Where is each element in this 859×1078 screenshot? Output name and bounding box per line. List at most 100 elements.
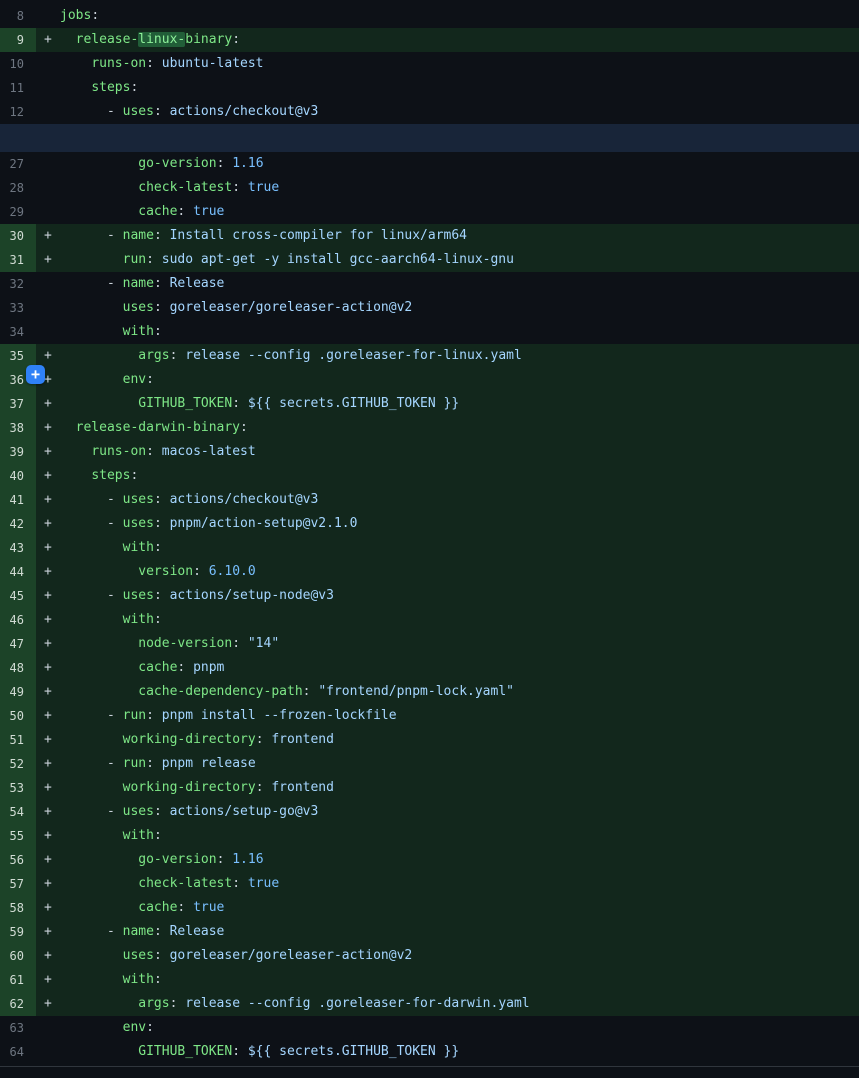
line-number[interactable]: 9: [0, 28, 36, 52]
line-number[interactable]: 34: [0, 320, 36, 344]
line-number[interactable]: 11: [0, 76, 36, 100]
yaml-punctuation: -: [60, 276, 123, 291]
line-number[interactable]: 52: [0, 752, 36, 776]
yaml-string-value: "frontend/pnpm-lock.yaml": [318, 684, 514, 699]
yaml-key: args: [138, 348, 169, 363]
line-number[interactable]: 46: [0, 608, 36, 632]
addition-marker: +: [44, 824, 60, 848]
line-number[interactable]: 45: [0, 584, 36, 608]
code-line: + cache: pnpm: [36, 656, 859, 680]
diff-row: 48+ cache: pnpm: [0, 656, 859, 680]
code-line: + node-version: "14": [36, 632, 859, 656]
line-number[interactable]: 30: [0, 224, 36, 248]
yaml-punctuation: :: [154, 516, 170, 531]
yaml-key: check-latest: [138, 876, 232, 891]
hunk-expander-band[interactable]: [0, 124, 859, 152]
line-number[interactable]: 61: [0, 968, 36, 992]
line-number[interactable]: 28: [0, 176, 36, 200]
line-number[interactable]: 33: [0, 296, 36, 320]
yaml-string-value: pnpm/action-setup@v2.1.0: [170, 516, 358, 531]
line-number[interactable]: 38: [0, 416, 36, 440]
yaml-punctuation: -: [60, 804, 123, 819]
line-number[interactable]: 58: [0, 896, 36, 920]
line-number[interactable]: 60: [0, 944, 36, 968]
diff-row: 45+ - uses: actions/setup-node@v3: [0, 584, 859, 608]
code-line: + release-linux-binary:: [36, 28, 859, 52]
yaml-key: cache: [138, 204, 177, 219]
diff-row: 33 uses: goreleaser/goreleaser-action@v2: [0, 296, 859, 320]
no-marker: [44, 1040, 60, 1064]
line-number[interactable]: 44: [0, 560, 36, 584]
line-number[interactable]: 56: [0, 848, 36, 872]
line-number[interactable]: 59: [0, 920, 36, 944]
line-number[interactable]: 27: [0, 152, 36, 176]
yaml-string-value: Install cross-compiler for linux/arm64: [170, 228, 467, 243]
yaml-punctuation: -: [60, 228, 123, 243]
yaml-punctuation: :: [154, 588, 170, 603]
yaml-punctuation: :: [130, 80, 138, 95]
line-number[interactable]: 37: [0, 392, 36, 416]
diff-row: 31+ run: sudo apt-get -y install gcc-aar…: [0, 248, 859, 272]
line-number[interactable]: 54: [0, 800, 36, 824]
line-number[interactable]: 57: [0, 872, 36, 896]
code-line: + version: 6.10.0: [36, 560, 859, 584]
line-number[interactable]: 32: [0, 272, 36, 296]
line-number[interactable]: 63: [0, 1016, 36, 1040]
yaml-punctuation: -: [60, 516, 123, 531]
line-number[interactable]: 8: [0, 4, 36, 28]
yaml-key: check-latest: [138, 180, 232, 195]
yaml-constant-value: 1.16: [232, 156, 263, 171]
line-number[interactable]: 41: [0, 488, 36, 512]
yaml-punctuation: :: [154, 324, 162, 339]
addition-marker: +: [44, 608, 60, 632]
line-number[interactable]: 29: [0, 200, 36, 224]
addition-marker: +: [44, 728, 60, 752]
line-number[interactable]: 10: [0, 52, 36, 76]
no-marker: [44, 4, 60, 28]
yaml-punctuation: :: [177, 204, 193, 219]
code-line: + - name: Install cross-compiler for lin…: [36, 224, 859, 248]
yaml-punctuation: [60, 972, 123, 987]
no-marker: [44, 100, 60, 124]
line-number[interactable]: 53: [0, 776, 36, 800]
yaml-punctuation: :: [146, 708, 162, 723]
addition-marker: +: [44, 560, 60, 584]
addition-marker: +: [44, 488, 60, 512]
line-number[interactable]: 51: [0, 728, 36, 752]
line-number[interactable]: 48: [0, 656, 36, 680]
yaml-key: env: [123, 1020, 146, 1035]
yaml-punctuation: :: [154, 228, 170, 243]
diff-row: 38+ release-darwin-binary:: [0, 416, 859, 440]
line-number[interactable]: 31: [0, 248, 36, 272]
code-line: - uses: actions/checkout@v3: [36, 100, 859, 124]
code-line: + - run: pnpm release: [36, 752, 859, 776]
line-number[interactable]: 39: [0, 440, 36, 464]
addition-marker: +: [44, 392, 60, 416]
yaml-string-value: goreleaser/goreleaser-action@v2: [170, 948, 413, 963]
line-number[interactable]: 50: [0, 704, 36, 728]
line-number[interactable]: 49: [0, 680, 36, 704]
code-line: + - uses: actions/setup-go@v3: [36, 800, 859, 824]
line-number[interactable]: 12: [0, 100, 36, 124]
code-line: + run: sudo apt-get -y install gcc-aarch…: [36, 248, 859, 272]
line-number[interactable]: 43: [0, 536, 36, 560]
line-number[interactable]: 47: [0, 632, 36, 656]
yaml-key: name: [123, 924, 154, 939]
line-number[interactable]: 64: [0, 1040, 36, 1064]
add-comment-button[interactable]: +: [26, 365, 45, 384]
line-number[interactable]: 62: [0, 992, 36, 1016]
yaml-punctuation: [60, 444, 91, 459]
yaml-punctuation: [60, 348, 138, 363]
yaml-punctuation: [60, 300, 123, 315]
line-number[interactable]: 42: [0, 512, 36, 536]
addition-marker: +: [44, 584, 60, 608]
code-line: with:: [36, 320, 859, 344]
line-number[interactable]: 40: [0, 464, 36, 488]
diff-row: 56+ go-version: 1.16: [0, 848, 859, 872]
yaml-punctuation: [60, 56, 91, 71]
code-line: + check-latest: true: [36, 872, 859, 896]
line-number[interactable]: 55: [0, 824, 36, 848]
addition-marker: +: [44, 800, 60, 824]
diff-row: 58+ cache: true: [0, 896, 859, 920]
yaml-constant-value: true: [248, 876, 279, 891]
